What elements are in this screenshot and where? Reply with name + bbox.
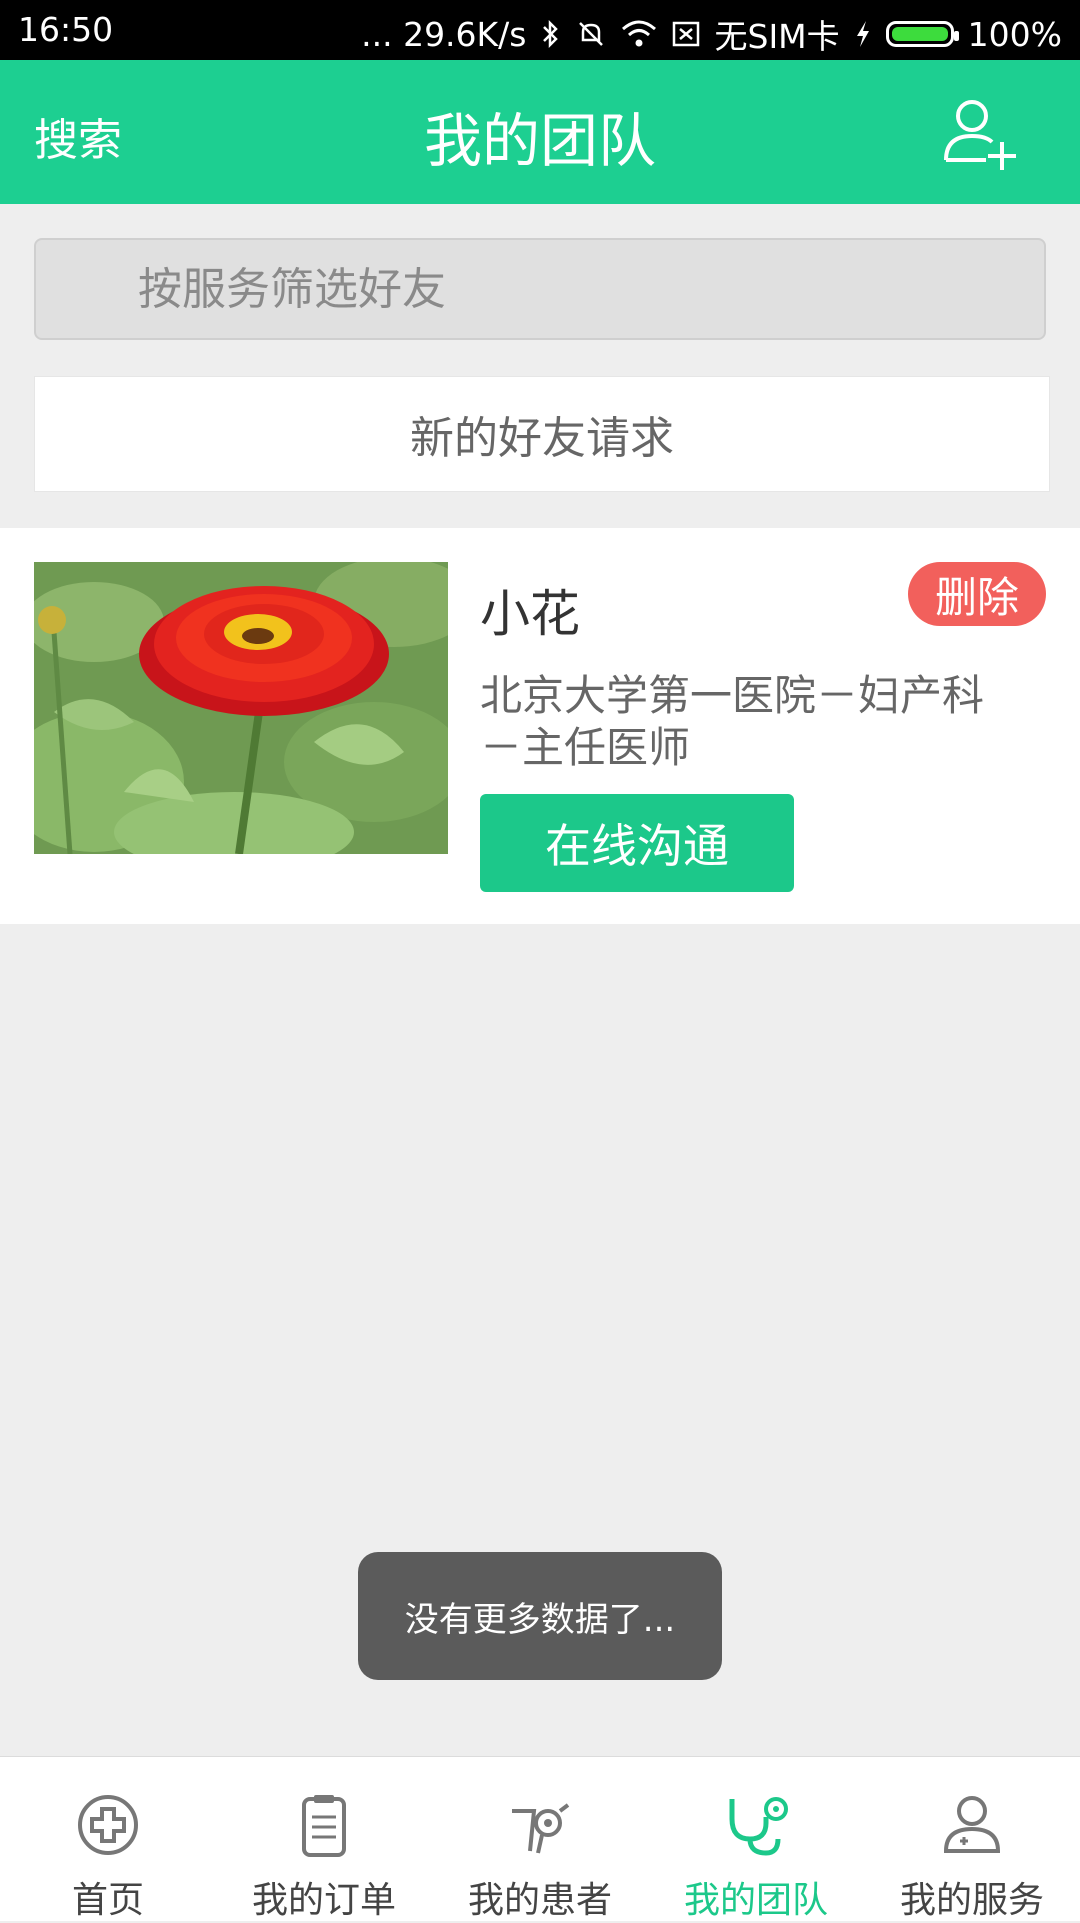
toast-message: 没有更多数据了...: [358, 1552, 722, 1680]
tab-services[interactable]: 我的服务: [864, 1757, 1080, 1921]
add-user-icon[interactable]: [940, 94, 1020, 174]
bluetooth-icon: [542, 19, 558, 49]
status-right: ... 29.6K/s 无SIM卡 100%: [361, 10, 1062, 58]
stethoscope-icon: [729, 1797, 788, 1856]
friend-name: 小花: [480, 585, 580, 643]
bottom-tab-bar: 首页 我的订单 我的患者 我的团队 我的服务: [0, 1756, 1080, 1921]
patient-icon: [512, 1803, 570, 1854]
tab-label: 我的订单: [251, 1880, 396, 1921]
wifi-icon: [621, 20, 656, 47]
tab-home[interactable]: 首页: [0, 1757, 216, 1921]
new-friend-requests-label: 新的好友请求: [410, 413, 674, 464]
clipboard-icon: [302, 1795, 346, 1857]
online-chat-button[interactable]: 在线沟通: [480, 794, 794, 892]
top-bar: 搜索 我的团队: [0, 60, 1080, 204]
tab-label: 我的患者: [467, 1880, 612, 1921]
tab-patients[interactable]: 我的患者: [432, 1757, 648, 1921]
tab-label: 首页: [71, 1880, 144, 1921]
battery-fill: [891, 27, 948, 41]
home-cross-icon: [78, 1795, 138, 1855]
battery-icon: [885, 21, 959, 47]
service-filter-input[interactable]: [36, 240, 1044, 338]
mute-bell-icon: [578, 22, 603, 46]
page-title: 我的团队: [423, 107, 656, 175]
tab-label: 我的团队: [683, 1880, 828, 1921]
friend-avatar: [34, 562, 448, 854]
delete-button[interactable]: 删除: [908, 562, 1046, 626]
network-speed: ... 29.6K/s: [361, 14, 527, 54]
tab-team[interactable]: 我的团队: [648, 1757, 864, 1921]
friend-description: 北京大学第一医院－妇产科－主任医师: [480, 671, 985, 772]
user-service-icon: [943, 1796, 1001, 1853]
service-filter-box[interactable]: [34, 238, 1046, 340]
new-friend-requests-button[interactable]: 新的好友请求: [34, 376, 1050, 492]
no-sim-icon: [672, 21, 699, 47]
tab-orders[interactable]: 我的订单: [216, 1757, 432, 1921]
battery-percent: 100%: [967, 14, 1062, 54]
status-bar: 16:50 ... 29.6K/s 无SIM卡 100%: [0, 0, 1080, 60]
status-time: 16:50: [18, 10, 114, 49]
friend-card[interactable]: 小花 删除 北京大学第一医院－妇产科－主任医师 在线沟通: [0, 528, 1080, 924]
charging-icon: [856, 21, 869, 47]
tab-label: 我的服务: [899, 1880, 1044, 1921]
sim-status: 无SIM卡: [714, 17, 840, 56]
